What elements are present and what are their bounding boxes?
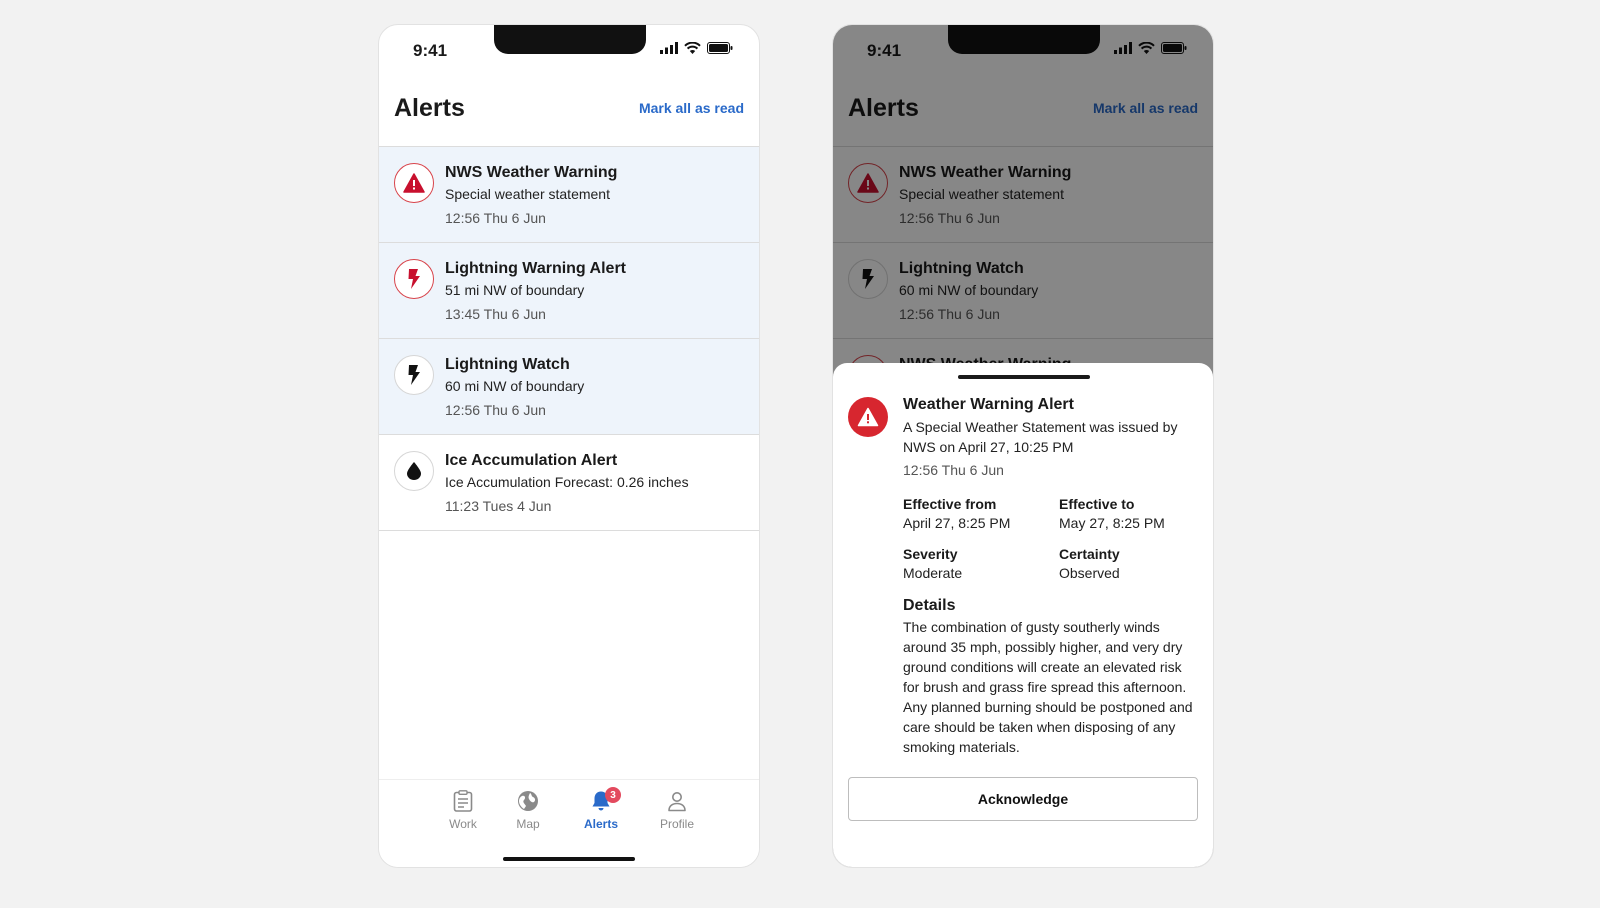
alert-detail-sheet: Weather Warning Alert A Special Weather …: [833, 363, 1213, 867]
wifi-icon: [684, 42, 701, 54]
sheet-description: A Special Weather Statement was issued b…: [903, 419, 1178, 455]
alerts-header: Alerts Mark all as read: [394, 89, 744, 129]
alert-subtitle: Special weather statement: [445, 186, 610, 202]
lightning-icon: [394, 355, 434, 395]
alert-title: NWS Weather Warning: [445, 164, 618, 181]
details-body: The combination of gusty southerly winds…: [903, 619, 1193, 755]
alert-time: 12:56 Thu 6 Jun: [445, 210, 546, 226]
alert-time: 13:45 Thu 6 Jun: [445, 306, 546, 322]
alert-subtitle: 60 mi NW of boundary: [445, 378, 585, 394]
severity-label: Severity: [903, 546, 958, 562]
severity-value: Moderate: [903, 565, 963, 581]
alert-subtitle: Ice Accumulation Forecast: 0.26 inches: [445, 474, 689, 490]
tab-label: Profile: [659, 817, 694, 831]
alerts-count-badge: 3: [605, 787, 621, 803]
alert-time: 12:56 Thu 6 Jun: [445, 402, 546, 418]
details-heading: Details: [903, 597, 956, 614]
alerts-screen: 9:41 Alerts Mark all as read NWS Weather…: [378, 24, 760, 868]
page-title: Alerts: [394, 94, 465, 122]
alert-title: Ice Accumulation Alert: [445, 452, 618, 469]
tab-label: Alerts: [583, 817, 618, 831]
effective-to-value: May 27, 8:25 PM: [1059, 515, 1165, 531]
sheet-time: 12:56 Thu 6 Jun: [903, 462, 1004, 478]
warning-triangle-icon: [394, 163, 434, 203]
tab-work[interactable]: Work: [431, 790, 495, 831]
certainty-label: Certainty: [1059, 546, 1120, 562]
tab-alerts[interactable]: 3 Alerts: [569, 787, 633, 831]
acknowledge-button[interactable]: Acknowledge: [848, 777, 1198, 821]
alert-item[interactable]: Lightning Watch 60 mi NW of boundary 12:…: [379, 339, 759, 435]
effective-to-label: Effective to: [1059, 496, 1135, 512]
tab-bar: Work Map 3 Alerts Profile: [379, 779, 759, 867]
droplet-icon: [394, 451, 434, 491]
alert-item[interactable]: NWS Weather Warning Special weather stat…: [379, 147, 759, 243]
globe-icon: [518, 791, 538, 811]
mark-all-read-button[interactable]: Mark all as read: [639, 100, 744, 116]
status-bar: 9:41: [379, 25, 759, 77]
alert-title: Lightning Warning Alert: [445, 260, 627, 277]
alert-detail-screen: 9:41 Alerts Mark all as read NWS Weather…: [832, 24, 1214, 868]
home-indicator: [503, 857, 635, 861]
sheet-title: Weather Warning Alert: [903, 396, 1074, 413]
tab-profile[interactable]: Profile: [645, 790, 709, 831]
clipboard-icon: [453, 790, 473, 812]
alerts-list: NWS Weather Warning Special weather stat…: [379, 146, 759, 531]
signal-icon: [660, 42, 678, 54]
certainty-value: Observed: [1059, 565, 1120, 581]
tab-label: Work: [449, 817, 477, 831]
alert-title: Lightning Watch: [445, 356, 570, 373]
lightning-icon: [394, 259, 434, 299]
alert-subtitle: 51 mi NW of boundary: [445, 282, 585, 298]
warning-triangle-icon: [848, 397, 888, 437]
device-notch: [494, 25, 646, 54]
alert-item[interactable]: Lightning Warning Alert 51 mi NW of boun…: [379, 243, 759, 339]
alert-metadata: Effective from April 27, 8:25 PM Effecti…: [903, 495, 1199, 583]
alert-time: 11:23 Tues 4 Jun: [445, 498, 552, 514]
tab-map[interactable]: Map: [496, 790, 560, 831]
sheet-grabber[interactable]: [958, 375, 1090, 379]
alert-item[interactable]: Ice Accumulation Alert Ice Accumulation …: [379, 435, 759, 531]
status-icons: [660, 42, 733, 54]
person-icon: [668, 792, 686, 812]
status-time: 9:41: [413, 41, 448, 60]
tab-label: Map: [516, 817, 540, 831]
battery-icon: [707, 42, 733, 54]
effective-from-value: April 27, 8:25 PM: [903, 515, 1011, 531]
effective-from-label: Effective from: [903, 496, 997, 512]
details-section: Details The combination of gusty souther…: [903, 596, 1201, 757]
